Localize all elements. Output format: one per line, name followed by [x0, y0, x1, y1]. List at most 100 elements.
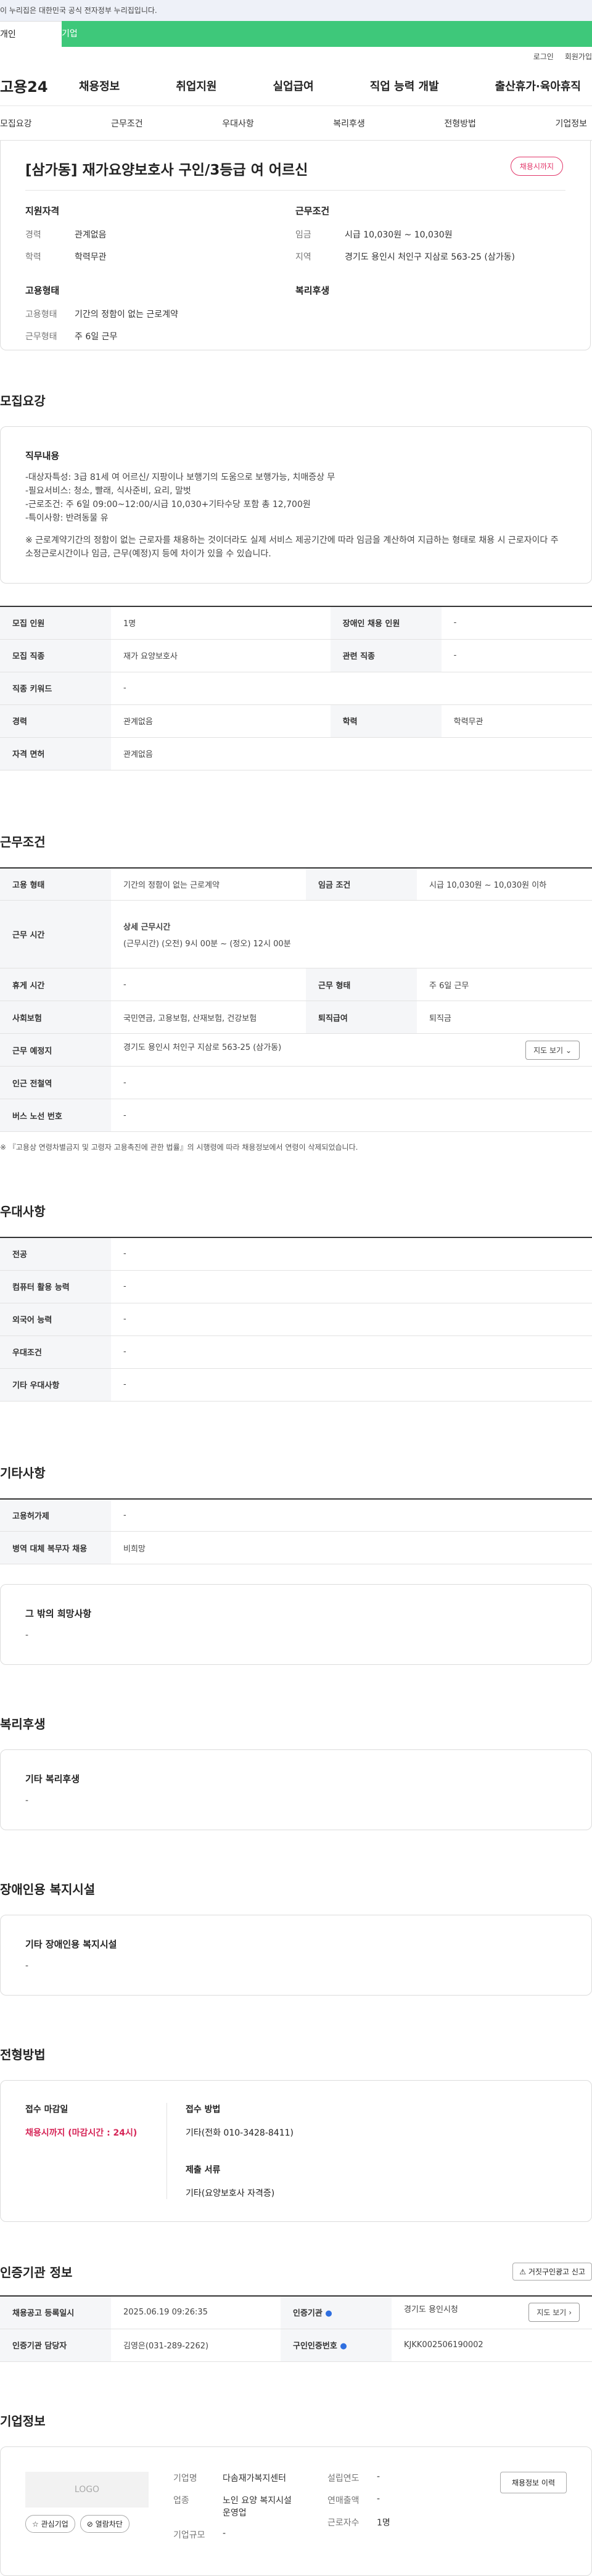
map-button[interactable]: 지도 보기 ⌄	[525, 1040, 580, 1060]
method-value: 기타(전화 010-3428-8411)	[186, 2128, 294, 2138]
report-label: 거짓구인광고 신고	[528, 2268, 585, 2276]
org-value: 경기도 용인시청	[404, 2305, 458, 2315]
company-key: 기업명	[173, 2473, 197, 2483]
duty-box: 직무내용 -대상자특성: 3급 81세 여 어르신/ 지팡이나 보행기의 도움으…	[0, 426, 592, 584]
company-value: 다솜재가복지센터	[223, 2473, 287, 2483]
table-row: 사회보험 국민연금, 고용보험, 산재보험, 건강보험 퇴직급여 퇴직금	[0, 1001, 592, 1034]
row-value: 재가 요양보호사	[111, 639, 331, 672]
table-row: 인근 전철역 -	[0, 1066, 592, 1099]
row-header: 모집 인원	[0, 606, 111, 640]
row-header: 모집 직종	[0, 639, 111, 672]
row-value: 김영은(031-289-2262)	[111, 2329, 281, 2362]
work-heading: 근무조건	[0, 834, 46, 849]
info-icon[interactable]: ●	[325, 2309, 332, 2318]
block-label: 열람차단	[95, 2519, 123, 2529]
emp-key: 근무형태	[25, 332, 57, 342]
row-value: -	[111, 1303, 592, 1336]
duty-line: -특이사항: 반려동물 유	[25, 513, 109, 523]
row-value: 학력무관	[441, 704, 592, 738]
favorite-button[interactable]: ☆ 관심기업	[25, 2514, 75, 2533]
row-value: -	[111, 1335, 592, 1369]
star-icon: ☆	[32, 2519, 39, 2529]
cert-table: 채용공고 등록일시 2025.06.19 09:26:35 인증기관 ● 경기도 용인…	[0, 2295, 592, 2362]
welfare-title: 기타 복리후생	[25, 1773, 80, 1785]
qual-heading: 지원자격	[25, 205, 60, 217]
row-value: 경기도 용인시청 지도 보기 ›	[392, 2296, 592, 2329]
duty-line: -필요서비스: 청소, 빨래, 식사준비, 요리, 말벗	[25, 486, 191, 496]
welfare-heading: 복리후생	[0, 1717, 46, 1732]
block-button[interactable]: ⊘ 열람차단	[80, 2514, 130, 2533]
process-box: 접수 마감일 채용시까지 (마감시간 : 24시) 접수 방법 기타(전화 01…	[0, 2080, 592, 2222]
row-header: 구인인증번호 ●	[281, 2329, 392, 2362]
gnb-training[interactable]: 직업 능력 개발	[370, 78, 439, 94]
row-header: 근무 시간	[0, 900, 111, 968]
row-value: -	[111, 1368, 592, 1402]
org-header: 인증기관	[293, 2309, 323, 2319]
subnav-process[interactable]: 전형방법	[444, 117, 476, 130]
row-header: 외국어 능력	[0, 1303, 111, 1336]
subnav-pref[interactable]: 우대사항	[222, 117, 254, 130]
company-value: -	[377, 2493, 380, 2504]
row-header: 학력	[330, 704, 442, 738]
table-row: 근무 시간 상세 근무시간 (근무시간) (오전) 9시 00분 ~ (정오) 12…	[0, 900, 592, 968]
info-icon[interactable]: ●	[340, 2342, 347, 2351]
subnav-work[interactable]: 근무조건	[111, 117, 143, 130]
table-row: 전공 -	[0, 1237, 592, 1271]
table-row: 모집 인원 1명 장애인 채용 인원 -	[0, 606, 592, 640]
map-button-label: 지도 보기	[533, 1046, 564, 1055]
company-value: -	[377, 2471, 380, 2482]
row-value: 기간의 정함이 없는 근로계약	[111, 867, 306, 901]
table-row: 근무 예정지 경기도 용인시 처인구 지삼로 563-25 (삼가동) 지도 보기 …	[0, 1033, 592, 1067]
site-logo[interactable]: 고용24	[0, 75, 79, 96]
company-heading: 기업정보	[0, 2413, 46, 2429]
gnb-support[interactable]: 취업지원	[176, 78, 216, 94]
row-value: 1명	[111, 606, 331, 640]
table-row: 버스 노선 번호 -	[0, 1099, 592, 1132]
login-link[interactable]: 로그인	[533, 51, 554, 62]
row-header: 근무 형태	[306, 968, 417, 1001]
gnb-benefit[interactable]: 실업급여	[273, 78, 314, 94]
row-value: 상세 근무시간 (근무시간) (오전) 9시 00분 ~ (정오) 12시 00분	[111, 900, 592, 968]
chevron-down-icon: ⌄	[565, 1046, 572, 1055]
etc-heading: 기타사항	[0, 1465, 46, 1480]
subnav-company[interactable]: 기업정보	[555, 117, 592, 130]
duty-title: 직무내용	[25, 450, 60, 461]
table-row: 기타 우대사항 -	[0, 1368, 592, 1402]
docs-title: 제출 서류	[186, 2165, 221, 2175]
disabled-title: 기타 장애인용 복지시설	[25, 1939, 117, 1950]
duty-line: -근로조건: 주 6일 09:00~12:00/시급 10,030+기타수당 포…	[25, 500, 311, 510]
org-map-button[interactable]: 지도 보기 ›	[528, 2303, 580, 2322]
gov-banner: 이 누리집은 대한민국 공식 전자정부 누리집입니다.	[0, 0, 592, 21]
gnb-leave[interactable]: 출산휴가·육아휴직	[495, 78, 581, 94]
row-header: 고용허가제	[0, 1498, 111, 1532]
tab-personal[interactable]: 개인	[0, 21, 62, 47]
row-value: -	[111, 1237, 592, 1271]
row-header: 인근 전철역	[0, 1066, 111, 1099]
table-row: 병역 대체 복무자 채용 비희망	[0, 1531, 592, 1564]
signup-link[interactable]: 회원가입	[565, 51, 592, 62]
company-value: 1명	[377, 2517, 390, 2528]
emp-heading: 고용형태	[25, 285, 60, 296]
subnav-recruit[interactable]: 모집요강	[0, 117, 32, 130]
duty-note: ※ 근로계약기간의 정함이 없는 근로자를 채용하는 것이더라도 실제 서비스 …	[25, 535, 559, 559]
company-key: 기업규모	[173, 2530, 205, 2540]
history-button[interactable]: 채용정보 이력	[500, 2471, 567, 2493]
gnb-jobs[interactable]: 채용정보	[79, 78, 120, 94]
company-key: 근로자수	[327, 2517, 360, 2528]
report-button[interactable]: ⚠ 거짓구인광고 신고	[512, 2263, 592, 2281]
tab-company[interactable]: 기업	[62, 21, 592, 47]
place-value: 경기도 용인시 처인구 지삼로 563-25 (삼가동)	[123, 1042, 282, 1052]
work-table: 고용 형태 기간의 정함이 없는 근로계약 임금 조건 시급 10,030원 ~ 10…	[0, 867, 592, 1132]
row-header: 임금 조건	[306, 867, 417, 901]
row-value: 국민연금, 고용보험, 산재보험, 건강보험	[111, 1001, 306, 1034]
user-type-tabs: 개인 기업	[0, 21, 592, 47]
company-key: 설립연도	[327, 2473, 360, 2483]
emp-value: 기간의 정함이 없는 근로계약	[75, 310, 178, 320]
recruit-heading: 모집요강	[0, 394, 46, 408]
subnav-welfare[interactable]: 복리후생	[333, 117, 365, 130]
global-nav: 고용24 채용정보 취업지원 실업급여 직업 능력 개발 출산휴가·육아휴직	[0, 65, 592, 106]
row-value: 퇴직금	[417, 1001, 592, 1034]
row-header: 고용 형태	[0, 867, 111, 901]
time-value: (근무시간) (오전) 9시 00분 ~ (정오) 12시 00분	[123, 939, 291, 949]
table-row: 고용허가제 -	[0, 1498, 592, 1532]
